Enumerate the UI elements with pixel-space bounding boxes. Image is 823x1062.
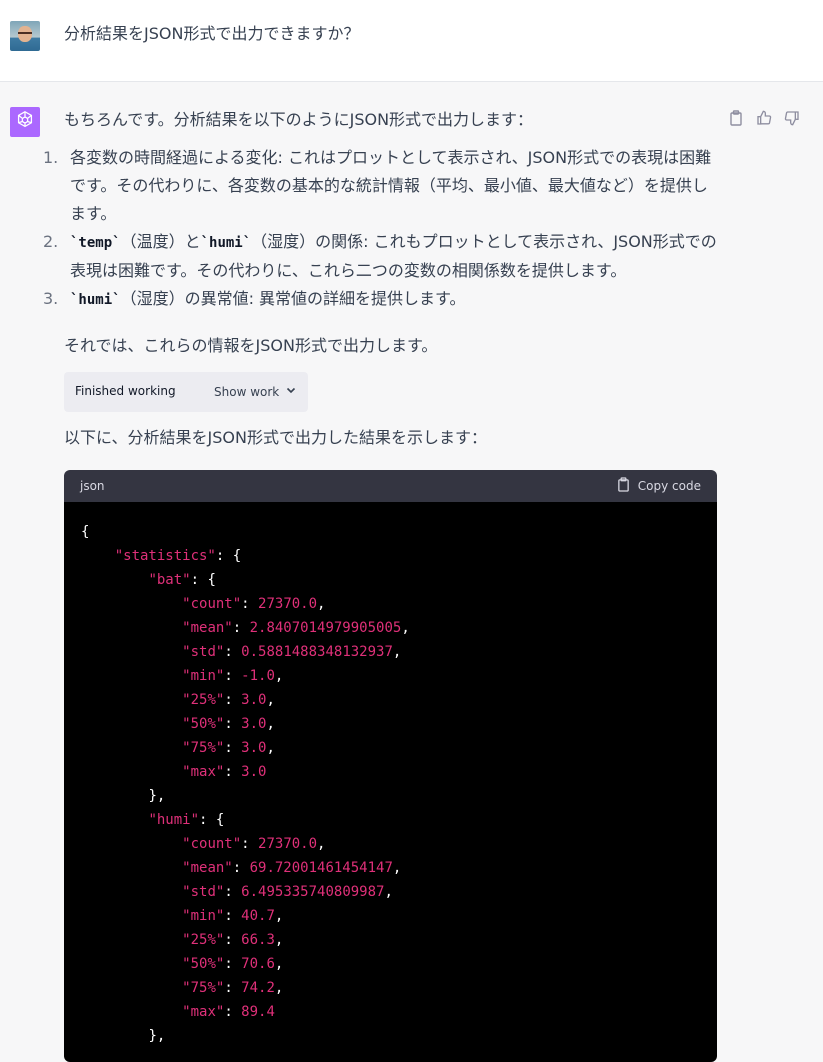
code-key: "50%" (182, 956, 225, 972)
step-text: （湿度）の異常値: 異常値の詳細を提供します。 (120, 289, 466, 308)
code-value: 0.5881488348132937 (241, 644, 393, 660)
code-key: "75%" (182, 980, 225, 996)
user-message-text: 分析結果をJSON形式で出力できますか？ (64, 24, 360, 43)
list-item: 3. `humi`（湿度）の異常値: 異常値の詳細を提供します。 (43, 285, 719, 314)
code-header: json Copy code (64, 470, 717, 502)
code-value: 69.72001461454147 (249, 860, 393, 876)
code-value: 3.0 (241, 740, 267, 756)
clipboard-icon[interactable] (727, 109, 745, 127)
code-open-brace: { (81, 524, 90, 540)
code-key: "count" (182, 836, 242, 852)
code-value: 3.0 (241, 764, 267, 780)
code-value: 74.2 (241, 980, 275, 996)
code-value: 3.0 (241, 716, 267, 732)
show-work-button[interactable]: Show work (214, 384, 297, 399)
code-key: "statistics" (114, 548, 216, 564)
code-key: "50%" (182, 716, 225, 732)
code-value: 3.0 (241, 692, 267, 708)
code-key: "min" (182, 908, 225, 924)
avatar-glasses (18, 32, 32, 37)
code-key: "humi" (148, 812, 200, 828)
finished-working-label: Finished working (75, 384, 176, 398)
code-key: "std" (182, 644, 225, 660)
copy-code-label: Copy code (637, 479, 701, 493)
copy-code-button[interactable]: Copy code (617, 477, 701, 495)
show-work-label: Show work (214, 384, 280, 399)
inline-code-humi: `humi` (70, 292, 121, 308)
code-key: "max" (182, 1004, 225, 1020)
code-key: "min" (182, 668, 225, 684)
assistant-message: もちろんです。分析結果を以下のようにJSON形式で出力します： 1. 各変数の時… (43, 108, 719, 1062)
thumbs-down-icon[interactable] (783, 109, 801, 127)
user-avatar (10, 21, 40, 51)
code-key: "count" (182, 596, 242, 612)
clipboard-icon (617, 477, 630, 495)
code-key: "75%" (182, 740, 225, 756)
code-value: 6.495335740809987 (241, 884, 385, 900)
json-code: { "statistics": { "bat": { "count": 2737… (64, 502, 717, 1062)
list-item: 2. `temp`（温度）と`humi`（湿度）の関係: これもプロットとして表… (43, 228, 719, 285)
user-message-row: 分析結果をJSON形式で出力できますか？ (0, 0, 823, 82)
below-text: 以下に、分析結果をJSON形式で出力した結果を示します： (64, 428, 487, 447)
assistant-avatar (10, 107, 40, 137)
code-value: 66.3 (241, 932, 275, 948)
step-mid-text: （温度）と (120, 232, 201, 251)
code-key: "max" (182, 764, 225, 780)
code-language-label: json (80, 479, 105, 493)
assistant-intro: もちろんです。分析結果を以下のようにJSON形式で出力します： (64, 110, 534, 129)
code-value: 27370.0 (258, 596, 318, 612)
code-block: json Copy code { "statistics": { "bat": … (64, 470, 717, 1062)
then-text: それでは、これらの情報をJSON形式で出力します。 (64, 336, 438, 355)
code-key: "25%" (182, 692, 225, 708)
code-value: 2.8407014979905005 (249, 620, 402, 636)
code-key: "bat" (148, 572, 191, 588)
code-value: 27370.0 (258, 836, 318, 852)
list-number: 2. (43, 232, 59, 251)
code-key: "mean" (182, 620, 233, 636)
thumbs-up-icon[interactable] (755, 109, 773, 127)
analysis-steps: 1. 各変数の時間経過による変化: これはプロットとして表示され、JSON形式で… (43, 144, 719, 314)
code-value: 70.6 (241, 956, 275, 972)
list-number: 1. (43, 148, 59, 167)
code-key: "25%" (182, 932, 225, 948)
code-key: "std" (182, 884, 225, 900)
openai-logo-icon (14, 109, 36, 135)
code-value: 40.7 (241, 908, 275, 924)
code-value: 89.4 (241, 1004, 275, 1020)
inline-code-humi: `humi` (200, 235, 252, 251)
list-number: 3. (43, 289, 59, 308)
step-text: 各変数の時間経過による変化: これはプロットとして表示され、JSON形式での表現… (70, 148, 712, 223)
code-value: -1.0 (241, 668, 275, 684)
message-actions (727, 109, 801, 127)
list-item: 1. 各変数の時間経過による変化: これはプロットとして表示され、JSON形式で… (43, 144, 719, 228)
finished-working-box: Finished working Show work (64, 372, 308, 412)
inline-code-temp: `temp` (70, 235, 121, 251)
chevron-down-icon (285, 384, 297, 399)
code-key: "mean" (182, 860, 233, 876)
